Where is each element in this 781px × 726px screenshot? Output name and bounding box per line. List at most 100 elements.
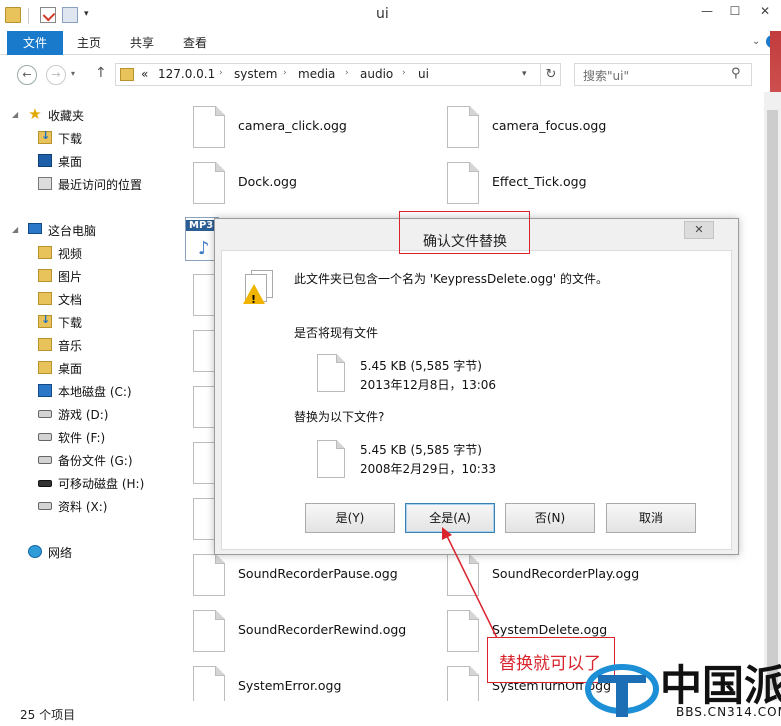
- chevron-right-icon[interactable]: ›: [345, 68, 349, 78]
- chevron-down-icon[interactable]: ◢: [12, 225, 18, 234]
- downloads-folder-icon: [38, 129, 52, 144]
- nav-label: 游戏 (D:): [58, 408, 109, 422]
- breadcrumb-item[interactable]: system: [234, 67, 277, 81]
- maximize-button[interactable]: ☐: [721, 0, 749, 22]
- file-name: SoundRecorderRewind.ogg: [238, 622, 407, 637]
- file-icon: [193, 106, 225, 148]
- nav-item-pictures[interactable]: 图片: [0, 265, 168, 287]
- system-drive-icon: [38, 384, 52, 397]
- tab-share[interactable]: 共享: [120, 31, 164, 55]
- nav-item-drive-g[interactable]: 备份文件 (G:): [0, 449, 168, 471]
- nav-item-music[interactable]: 音乐: [0, 334, 168, 356]
- file-item[interactable]: Effect_Tick.ogg: [422, 162, 662, 206]
- refresh-icon[interactable]: ↻: [540, 64, 561, 85]
- cancel-button[interactable]: 取消: [606, 503, 696, 533]
- nav-item-desktop-pc[interactable]: 桌面: [0, 357, 168, 379]
- file-icon: [447, 162, 479, 204]
- chevron-right-icon[interactable]: ›: [219, 68, 223, 78]
- file-name: SoundRecorderPause.ogg: [238, 566, 398, 581]
- nav-item-drive-c[interactable]: 本地磁盘 (C:): [0, 380, 168, 402]
- nav-label: 最近访问的位置: [58, 178, 143, 192]
- nav-item-downloads-pc[interactable]: 下载: [0, 311, 168, 333]
- nav-label: 文档: [58, 293, 83, 307]
- no-button[interactable]: 否(N): [505, 503, 595, 533]
- annotation-highlight-box: [399, 211, 530, 254]
- breadcrumb-item[interactable]: audio: [360, 67, 393, 81]
- chevron-right-icon[interactable]: ›: [402, 68, 406, 78]
- tab-home[interactable]: 主页: [66, 31, 112, 55]
- nav-item-documents[interactable]: 文档: [0, 288, 168, 310]
- search-input[interactable]: 搜索"ui" ⚲: [574, 63, 752, 86]
- search-icon[interactable]: ⚲: [731, 66, 741, 81]
- breadcrumb-item[interactable]: 127.0.0.1: [158, 67, 215, 81]
- close-button[interactable]: ✕: [749, 0, 781, 22]
- nav-item-recent[interactable]: 最近访问的位置: [0, 173, 168, 195]
- watermark-text: 中国派: [660, 661, 781, 710]
- nav-label: 本地磁盘 (C:): [58, 385, 132, 399]
- nav-item-drive-f[interactable]: 软件 (F:): [0, 426, 168, 448]
- watermark-url: BBS.CN314.COM: [676, 705, 781, 719]
- address-bar[interactable]: « 127.0.0.1 › system › media › audio › u…: [115, 63, 561, 86]
- breadcrumb-item[interactable]: ui: [418, 67, 429, 81]
- logo-stem: [616, 675, 628, 717]
- breadcrumb-item[interactable]: media: [298, 67, 335, 81]
- folder-icon[interactable]: [5, 7, 21, 23]
- file-name: camera_click.ogg: [238, 118, 347, 133]
- address-history-chevron-icon[interactable]: ▾: [522, 69, 527, 79]
- nav-label: 这台电脑: [48, 224, 97, 238]
- nav-item-drive-d[interactable]: 游戏 (D:): [0, 403, 168, 425]
- expand-ribbon-icon[interactable]: ⌄: [752, 36, 760, 47]
- existing-file-prompt: 是否将现有文件: [294, 326, 379, 340]
- file-icon: [317, 354, 345, 392]
- item-count: 25 个项目: [20, 708, 76, 722]
- forward-button[interactable]: →: [46, 65, 66, 85]
- removable-drive-icon: [38, 480, 52, 487]
- vertical-scrollbar[interactable]: [764, 92, 781, 701]
- yes-button[interactable]: 是(Y): [305, 503, 395, 533]
- new-folder-icon[interactable]: [62, 7, 78, 23]
- nav-favorites[interactable]: ◢ ★ 收藏夹: [0, 104, 168, 126]
- nav-item-desktop[interactable]: 桌面: [0, 150, 168, 172]
- file-icon: [447, 106, 479, 148]
- back-button[interactable]: ←: [17, 65, 37, 85]
- properties-icon[interactable]: [40, 7, 56, 23]
- nav-label: 下载: [58, 316, 83, 330]
- minimize-button[interactable]: —: [693, 0, 721, 22]
- existing-file-size: 5.45 KB (5,585 字节): [360, 359, 482, 373]
- drive-icon: [38, 456, 52, 464]
- breadcrumb-overflow[interactable]: «: [141, 67, 148, 81]
- scrollbar-thumb[interactable]: [767, 110, 778, 690]
- chevron-right-icon[interactable]: ›: [283, 68, 287, 78]
- file-item[interactable]: Dock.ogg: [168, 162, 408, 206]
- nav-label: 资料 (X:): [58, 500, 108, 514]
- nav-network[interactable]: 网络: [0, 541, 168, 563]
- file-icon: [193, 610, 225, 652]
- file-item[interactable]: camera_click.ogg: [168, 106, 408, 150]
- nav-item-videos[interactable]: 视频: [0, 242, 168, 264]
- pictures-folder-icon: [38, 269, 52, 282]
- recent-locations-chevron-icon[interactable]: ▾: [71, 69, 75, 78]
- file-name: SystemError.ogg: [238, 678, 342, 693]
- drive-icon: [38, 410, 52, 418]
- file-item[interactable]: SoundRecorderPause.ogg: [168, 554, 408, 598]
- nav-item-downloads[interactable]: 下载: [0, 127, 168, 149]
- file-item[interactable]: SoundRecorderPlay.ogg: [422, 554, 662, 598]
- nav-label: 下载: [58, 132, 83, 146]
- customize-toolbar-chevron-icon[interactable]: ▾: [84, 9, 89, 19]
- watermark-logo: [585, 664, 659, 717]
- dialog-close-button[interactable]: ✕: [684, 221, 714, 239]
- yes-to-all-button[interactable]: 全是(A): [405, 503, 495, 533]
- nav-item-drive-x[interactable]: 资料 (X:): [0, 495, 168, 517]
- nav-label: 桌面: [58, 362, 83, 376]
- file-item[interactable]: camera_focus.ogg: [422, 106, 662, 150]
- chevron-down-icon[interactable]: ◢: [12, 110, 18, 119]
- file-name: camera_focus.ogg: [492, 118, 607, 133]
- tab-view[interactable]: 查看: [172, 31, 218, 55]
- nav-item-drive-h[interactable]: 可移动磁盘 (H:): [0, 472, 168, 494]
- file-item[interactable]: SoundRecorderRewind.ogg: [168, 610, 408, 654]
- tab-file[interactable]: 文件: [7, 31, 63, 55]
- up-button[interactable]: ↑: [95, 65, 107, 81]
- network-icon: [28, 545, 42, 558]
- music-folder-icon: [38, 338, 52, 351]
- nav-this-pc[interactable]: ◢ 这台电脑: [0, 219, 168, 241]
